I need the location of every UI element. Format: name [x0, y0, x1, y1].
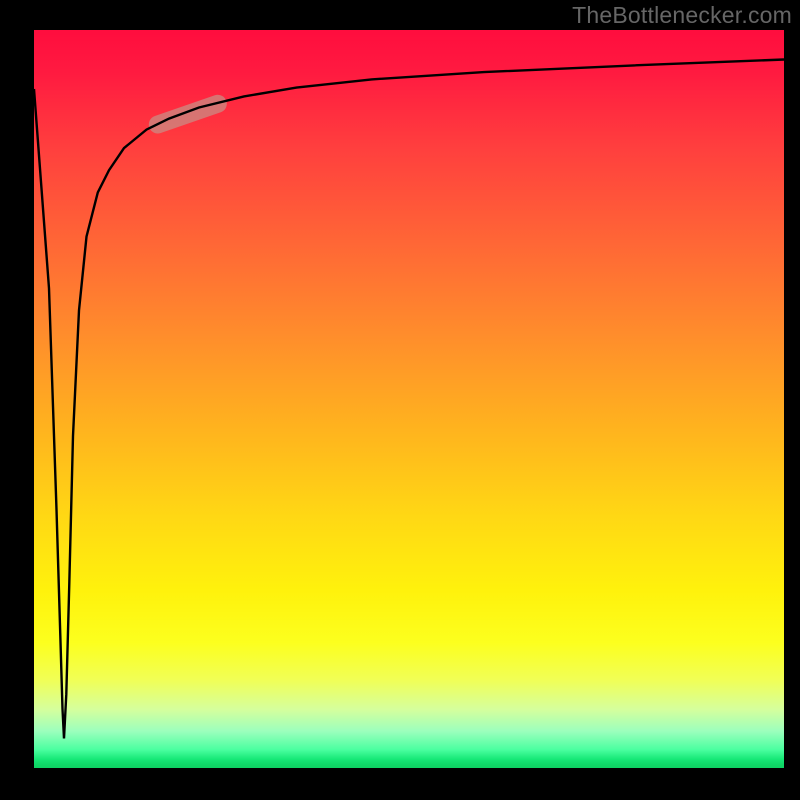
frame-border-bottom — [0, 768, 800, 800]
plot-area — [34, 30, 784, 768]
chart-stage: TheBottlenecker.com — [0, 0, 800, 800]
frame-border-right — [784, 0, 800, 800]
highlight-segment — [158, 104, 218, 125]
frame-border-left — [0, 0, 34, 800]
watermark-text: TheBottlenecker.com — [572, 2, 792, 29]
bottleneck-curve — [34, 60, 784, 739]
curve-svg — [34, 30, 784, 768]
